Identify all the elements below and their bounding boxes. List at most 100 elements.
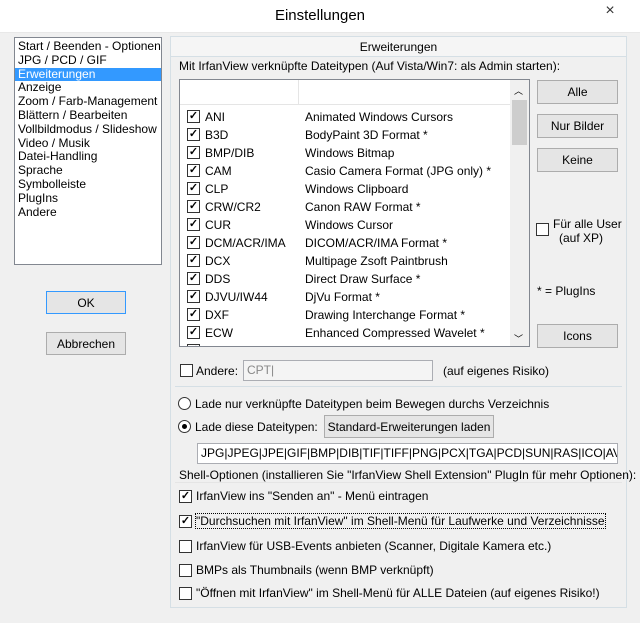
filetype-ext: ECW <box>205 326 233 340</box>
column-separator[interactable] <box>298 80 299 105</box>
divider <box>175 482 622 483</box>
filetype-row[interactable]: ✓ CAM Casio Camera Format (JPG only) * <box>180 163 510 181</box>
filetype-desc: Canon RAW Format * <box>305 200 421 214</box>
divider <box>175 386 622 387</box>
shell-option-label: "Durchsuchen mit IrfanView" im Shell-Men… <box>195 513 606 529</box>
filetype-checkbox[interactable]: ✓ <box>187 218 200 231</box>
filetype-list[interactable]: ✓ ANI Animated Windows Cursors ✓ B3D Bod… <box>179 79 530 347</box>
category-list[interactable]: Start / Beenden - Optionen JPG / PCD / GI… <box>14 37 162 265</box>
sidebar-item[interactable]: Video / Musik <box>15 136 161 151</box>
shell-option-checkbox[interactable] <box>179 540 192 553</box>
filetype-checkbox[interactable]: ✓ <box>187 308 200 321</box>
filetype-row[interactable]: ✓ CLP Windows Clipboard <box>180 181 510 199</box>
window-title: Einstellungen <box>274 7 366 24</box>
filetype-ext: CLP <box>205 182 229 196</box>
filetype-row[interactable]: ✓ DCX Multipage Zsoft Paintbrush <box>180 253 510 271</box>
sidebar-item[interactable]: Anzeige <box>15 81 161 95</box>
other-risk-label: (auf eigenes Risiko) <box>443 364 550 378</box>
filetype-row[interactable]: ✓ CUR Windows Cursor <box>180 217 510 235</box>
shell-option-checkbox[interactable] <box>179 564 192 577</box>
filetype-desc: Casio Camera Format (JPG only) * <box>305 164 492 178</box>
filetype-row[interactable]: ✓ BMP/DIB Windows Bitmap <box>180 145 510 163</box>
scroll-down-icon[interactable]: ﹀ <box>514 332 523 345</box>
sidebar-item[interactable]: Symbolleiste <box>15 177 161 192</box>
filetype-ext: BMP/DIB <box>205 146 255 160</box>
shell-option-checkbox[interactable]: ✓ <box>179 515 192 528</box>
other-extensions-input[interactable]: CPT| <box>243 360 433 381</box>
filetype-desc: Drawing Interchange Format * <box>305 308 466 322</box>
filetype-desc: Multipage Zsoft Paintbrush <box>305 254 448 268</box>
filetype-row[interactable]: ✓ ECW Enhanced Compressed Wavelet * <box>180 325 510 343</box>
filetype-desc: Animated Windows Cursors <box>305 110 454 124</box>
filetype-ext: CUR <box>205 218 231 232</box>
filetype-checkbox[interactable]: ✓ <box>187 182 200 195</box>
shell-option-label: IrfanView für USB-Events anbieten (Scann… <box>196 539 552 553</box>
filetype-ext: DXF <box>205 308 229 322</box>
filetype-row[interactable]: ✓ ANI Animated Windows Cursors <box>180 109 510 127</box>
filetype-ext: B3D <box>205 128 229 142</box>
sidebar-item[interactable]: Datei-Handling <box>15 150 161 164</box>
close-icon[interactable]: × <box>598 2 622 24</box>
all-users-sublabel: (auf XP) <box>559 231 604 245</box>
filetype-desc: Enhanced Windows Metafile <box>305 344 456 346</box>
filetype-checkbox[interactable]: ✓ <box>187 290 200 303</box>
filetype-checkbox[interactable]: ✓ <box>187 164 200 177</box>
shell-option-label: "Öffnen mit IrfanView" im Shell-Menü für… <box>196 586 600 600</box>
sidebar-item[interactable]: Blättern / Bearbeiten <box>15 108 161 123</box>
scrollbar-thumb[interactable] <box>512 100 527 145</box>
load-defaults-button[interactable]: Standard-Erweiterungen laden <box>324 415 494 438</box>
sidebar-item[interactable]: JPG / PCD / GIF <box>15 53 161 68</box>
filetype-checkbox[interactable]: ✓ <box>187 146 200 159</box>
sidebar-item[interactable]: Sprache <box>15 163 161 178</box>
filetype-checkbox[interactable]: ✓ <box>187 326 200 339</box>
shell-option-label: IrfanView ins "Senden an" - Menü eintrag… <box>196 489 429 503</box>
filetypes-input[interactable]: JPG|JPEG|JPE|GIF|BMP|DIB|TIF|TIFF|PNG|PC… <box>197 443 618 464</box>
filetype-ext: DDS <box>205 272 231 286</box>
filetype-checkbox[interactable]: ✓ <box>187 236 200 249</box>
filetype-row[interactable]: ✓ B3D BodyPaint 3D Format * <box>180 127 510 145</box>
plugins-note: * = PlugIns <box>537 284 596 298</box>
sidebar-item[interactable]: PlugIns <box>15 191 161 206</box>
sidebar-item[interactable]: Zoom / Farb-Management <box>15 94 161 109</box>
filetype-row[interactable]: ✓ CRW/CR2 Canon RAW Format * <box>180 199 510 217</box>
radio-linked-only[interactable] <box>178 397 191 410</box>
cancel-button[interactable]: Abbrechen <box>46 332 126 355</box>
filetype-row[interactable]: ✓ DJVU/IW44 DjVu Format * <box>180 289 510 307</box>
shell-option-label: BMPs als Thumbnails (wenn BMP verknüpft) <box>196 563 434 577</box>
shell-option-checkbox[interactable]: ✓ <box>179 490 192 503</box>
all-users-checkbox[interactable] <box>536 223 549 236</box>
filetype-desc: DjVu Format * <box>305 290 380 304</box>
filetype-ext: EMF <box>205 344 230 346</box>
select-all-button[interactable]: Alle <box>537 80 618 104</box>
filetype-row[interactable]: ✓ DCM/ACR/IMA DICOM/ACR/IMA Format * <box>180 235 510 253</box>
filetype-checkbox[interactable]: ✓ <box>187 344 200 346</box>
other-checkbox[interactable] <box>180 364 193 377</box>
filetype-desc: Direct Draw Surface * <box>305 272 421 286</box>
filetype-desc: Windows Bitmap <box>305 146 395 160</box>
filetype-ext: DCM/ACR/IMA <box>205 236 286 250</box>
filetype-desc: Enhanced Compressed Wavelet * <box>305 326 485 340</box>
filetype-ext: CAM <box>205 164 232 178</box>
filetype-checkbox[interactable]: ✓ <box>187 200 200 213</box>
filetype-desc: DICOM/ACR/IMA Format * <box>305 236 448 250</box>
radio-these-types[interactable] <box>178 420 191 433</box>
assoc-label: Mit IrfanView verknüpfte Dateitypen (Auf… <box>179 59 561 73</box>
filetype-checkbox[interactable]: ✓ <box>187 128 200 141</box>
filetype-row[interactable]: ✓ DDS Direct Draw Surface * <box>180 271 510 289</box>
sidebar-item[interactable]: Vollbildmodus / Slideshow <box>15 122 161 137</box>
filetype-checkbox[interactable]: ✓ <box>187 272 200 285</box>
select-none-button[interactable]: Keine <box>537 148 618 172</box>
sidebar-item[interactable]: Andere <box>15 205 161 220</box>
icons-button[interactable]: Icons <box>537 324 618 348</box>
shell-option-checkbox[interactable] <box>179 587 192 600</box>
sidebar-item[interactable]: Start / Beenden - Optionen <box>15 39 161 54</box>
filetype-checkbox[interactable]: ✓ <box>187 254 200 267</box>
filetype-row[interactable]: ✓ DXF Drawing Interchange Format * <box>180 307 510 325</box>
other-label: Andere: <box>196 364 239 378</box>
filetype-checkbox[interactable]: ✓ <box>187 110 200 123</box>
sidebar-item[interactable]: Erweiterungen <box>15 67 161 82</box>
ok-button[interactable]: OK <box>46 291 126 314</box>
scroll-up-icon[interactable]: ︿ <box>514 84 523 97</box>
images-only-button[interactable]: Nur Bilder <box>537 114 618 138</box>
filetype-row[interactable]: ✓ EMF Enhanced Windows Metafile <box>180 343 510 346</box>
